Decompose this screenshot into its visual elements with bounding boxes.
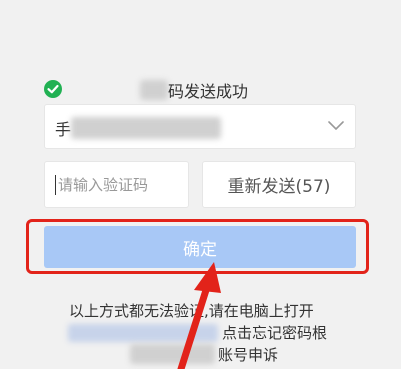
blurred-link [68, 324, 218, 342]
text-caret [55, 175, 56, 195]
account-prefix: 手 [55, 120, 72, 139]
resend-code-button[interactable]: 重新发送(57) [202, 161, 356, 208]
code-placeholder: 请输入验证码 [58, 176, 149, 194]
blurred-text [140, 80, 168, 100]
account-select[interactable]: 手 [44, 104, 356, 149]
help-text-line-3: 账号申诉 [218, 346, 279, 364]
blurred-text-2 [130, 344, 215, 364]
success-message: 码发送成功 [168, 82, 249, 101]
help-text-line-2: 点击忘记密码根 [222, 324, 328, 342]
blurred-account [71, 117, 221, 139]
help-text-line-1: 以上方式都无法验证,请在电脑上打开 [69, 302, 314, 320]
chevron-down-icon[interactable] [327, 119, 345, 133]
verification-code-input[interactable]: 请输入验证码 [44, 161, 189, 208]
check-circle-icon [44, 80, 62, 98]
confirm-button[interactable]: 确定 [44, 226, 356, 268]
